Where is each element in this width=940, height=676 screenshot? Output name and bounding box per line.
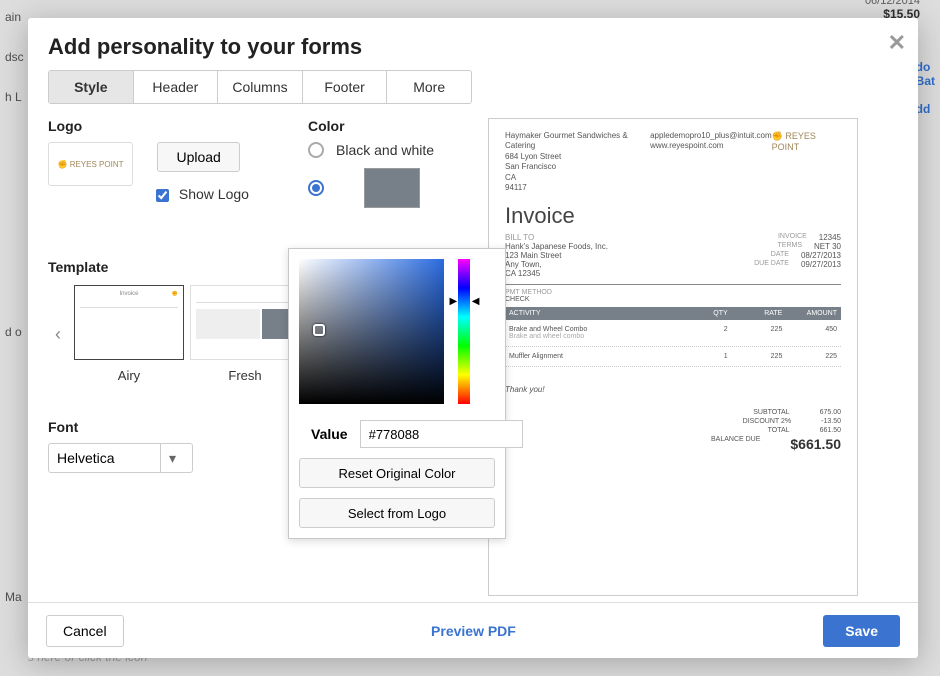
color-picker: Value Reset Original Color Select from L… [288, 248, 506, 539]
tab-footer[interactable]: Footer [303, 71, 388, 103]
template-label: Template [48, 259, 308, 275]
hex-input[interactable] [360, 420, 523, 448]
tab-columns[interactable]: Columns [218, 71, 303, 103]
hue-slider[interactable] [458, 259, 470, 404]
logo-preview[interactable]: ✊ REYES POINT [48, 142, 133, 186]
radio-custom[interactable] [308, 180, 324, 196]
color-swatch[interactable] [364, 168, 420, 208]
font-label: Font [48, 419, 308, 435]
color-bw-option[interactable]: Black and white [308, 142, 488, 158]
color-label: Color [308, 118, 488, 134]
upload-button[interactable]: Upload [157, 142, 239, 172]
preview-pdf-link[interactable]: Preview PDF [431, 623, 516, 639]
tab-style[interactable]: Style [49, 71, 134, 103]
template-prev[interactable]: ‹ [48, 324, 68, 345]
invoice-preview: Haymaker Gourmet Sandwiches & Catering 6… [488, 118, 858, 596]
font-select[interactable]: Helvetica ▾ [48, 443, 193, 473]
color-custom-option[interactable] [308, 168, 488, 208]
cancel-button[interactable]: Cancel [46, 615, 124, 647]
value-label: Value [311, 426, 348, 442]
customize-forms-modal: ✕ Add personality to your forms Style He… [28, 18, 918, 658]
close-icon[interactable]: ✕ [888, 30, 906, 56]
invoice-title: Invoice [505, 203, 841, 229]
modal-footer: Cancel Preview PDF Save [28, 602, 918, 658]
sv-canvas[interactable] [299, 259, 444, 404]
select-from-logo-button[interactable]: Select from Logo [299, 498, 495, 528]
hue-cursor[interactable] [455, 301, 473, 306]
chevron-down-icon: ▾ [160, 444, 184, 472]
table-row: Brake and Wheel ComboBrake and wheel com… [505, 320, 841, 347]
show-logo-input[interactable] [156, 189, 169, 202]
reset-color-button[interactable]: Reset Original Color [299, 458, 495, 488]
template-airy[interactable]: Invoice ✊ [74, 285, 184, 360]
tab-more[interactable]: More [387, 71, 471, 103]
modal-title: Add personality to your forms [48, 34, 898, 60]
template-fresh[interactable] [190, 285, 300, 360]
tabs: Style Header Columns Footer More [48, 70, 472, 104]
tab-header[interactable]: Header [134, 71, 219, 103]
save-button[interactable]: Save [823, 615, 900, 647]
logo-label: Logo [48, 118, 308, 134]
sv-cursor[interactable] [313, 324, 325, 336]
show-logo-checkbox[interactable]: Show Logo [156, 186, 249, 202]
preview-logo: ✊ REYES POINT [772, 131, 841, 193]
radio-bw[interactable] [308, 142, 324, 158]
table-row: Muffler Alignment 1 225 225 [505, 347, 841, 367]
